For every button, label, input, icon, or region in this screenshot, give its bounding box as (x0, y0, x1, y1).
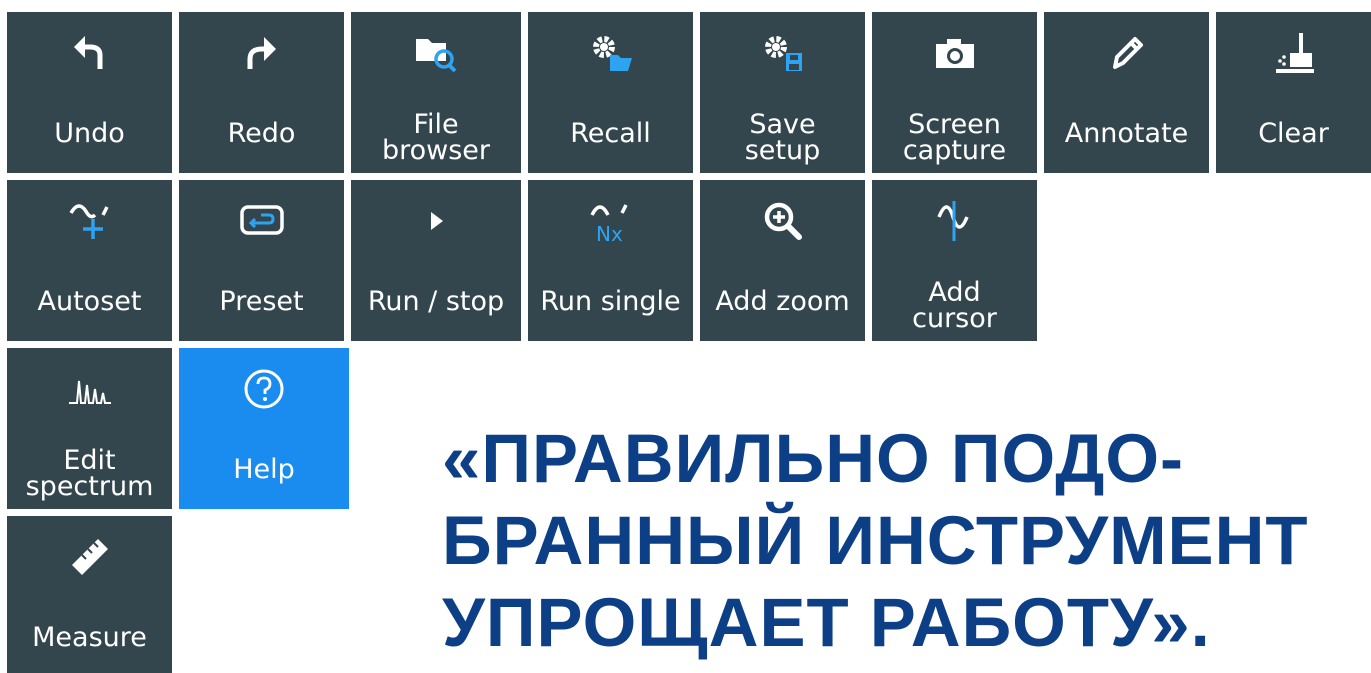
help-circle-icon (179, 364, 349, 414)
spectrum-icon (7, 364, 172, 414)
recall-button[interactable]: Recall (528, 12, 693, 173)
edit-spectrum-label: Edit spectrum (25, 445, 154, 502)
autoset-label: Autoset (37, 286, 142, 317)
ruler-icon (7, 532, 172, 582)
gear-folder-icon (528, 28, 693, 78)
add-cursor-label: Add cursor (912, 277, 997, 334)
redo-label: Redo (227, 118, 296, 149)
folder-search-icon (351, 28, 521, 78)
autoset-button[interactable]: Autoset (7, 180, 172, 341)
undo-button[interactable]: Undo (7, 12, 172, 173)
preset-label: Preset (219, 286, 304, 317)
run-stop-button[interactable]: Run / stop (351, 180, 521, 341)
redo-icon (179, 28, 344, 78)
measure-button[interactable]: Measure (7, 516, 172, 673)
save-setup-label: Save setup (744, 109, 821, 166)
screen-capture-button[interactable]: Screen capture (872, 12, 1037, 173)
quote-text: «ПРАВИЛЬНО ПОДО- БРАННЫЙ ИНСТРУМЕНТ УПРО… (442, 418, 1371, 664)
save-setup-button[interactable]: Save setup (700, 12, 865, 173)
file-browser-button[interactable]: File browser (351, 12, 521, 173)
clear-button[interactable]: Clear (1216, 12, 1371, 173)
edit-spectrum-button[interactable]: Edit spectrum (7, 348, 172, 509)
add-cursor-button[interactable]: Add cursor (872, 180, 1037, 341)
help-label: Help (233, 454, 295, 485)
quote-line-2: БРАННЫЙ ИНСТРУМЕНТ (442, 502, 1309, 579)
run-stop-label: Run / stop (367, 286, 505, 317)
quote-line-3: УПРОЩАЕТ РАБОТУ». (442, 584, 1211, 661)
redo-button[interactable]: Redo (179, 12, 344, 173)
run-single-button[interactable]: Nx Run single (528, 180, 693, 341)
clear-label: Clear (1258, 118, 1329, 149)
file-browser-label: File browser (381, 109, 491, 166)
preset-icon (179, 196, 344, 246)
play-icon (351, 196, 521, 246)
run-single-icon: Nx (528, 196, 693, 246)
zoom-in-icon (700, 196, 865, 246)
gear-save-icon (700, 28, 865, 78)
add-zoom-label: Add zoom (715, 286, 850, 317)
autoset-icon (7, 196, 172, 246)
measure-label: Measure (32, 622, 147, 653)
cursor-icon (872, 196, 1037, 246)
camera-icon (872, 28, 1037, 78)
add-zoom-button[interactable]: Add zoom (700, 180, 865, 341)
undo-label: Undo (54, 118, 125, 149)
recall-label: Recall (570, 118, 651, 149)
quote-line-1: «ПРАВИЛЬНО ПОДО- (442, 420, 1185, 497)
preset-button[interactable]: Preset (179, 180, 344, 341)
run-single-glyph: Nx (596, 222, 623, 246)
undo-icon (7, 28, 172, 78)
help-button[interactable]: Help (179, 348, 349, 509)
pencil-icon (1044, 28, 1209, 78)
broom-icon (1216, 28, 1371, 78)
screen-capture-label: Screen capture (902, 109, 1007, 166)
annotate-button[interactable]: Annotate (1044, 12, 1209, 173)
annotate-label: Annotate (1064, 118, 1189, 149)
run-single-label: Run single (540, 286, 681, 317)
